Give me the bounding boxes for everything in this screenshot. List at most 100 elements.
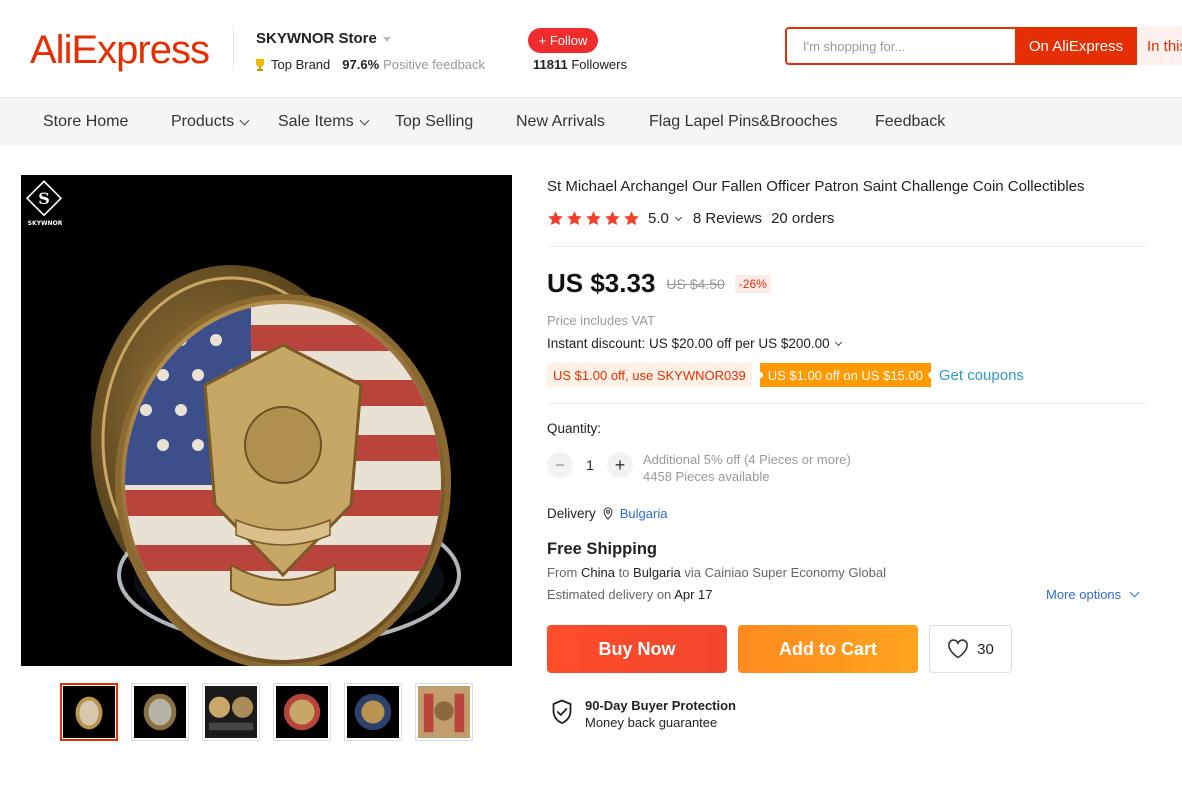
get-coupons-link[interactable]: Get coupons bbox=[939, 367, 1024, 384]
caret-down-icon[interactable] bbox=[382, 37, 391, 42]
quantity-decrease-button[interactable]: − bbox=[547, 452, 573, 478]
est-date: Apr 17 bbox=[674, 587, 713, 602]
more-options-link[interactable]: More options bbox=[1046, 587, 1140, 602]
quantity-input[interactable] bbox=[573, 452, 607, 478]
ship-to-prefix: to bbox=[618, 565, 630, 580]
store-name-label[interactable]: SKYWNOR Store bbox=[256, 30, 377, 47]
followers-label: Followers bbox=[571, 57, 627, 72]
store-nav: Store Home Products Sale Items Top Selli… bbox=[0, 97, 1182, 145]
feedback-percent: 97.6% bbox=[342, 57, 380, 72]
nav-feedback[interactable]: Feedback bbox=[875, 113, 945, 131]
nav-top-selling[interactable]: Top Selling bbox=[395, 113, 473, 131]
coin-image: S SKYWNOR bbox=[25, 180, 461, 666]
nav-products[interactable]: Products bbox=[171, 113, 250, 131]
orders-count: 20 orders bbox=[771, 210, 835, 227]
watermark-text: SKYWNOR bbox=[28, 220, 63, 227]
store-header: AliExpress SKYWNOR Store Top Brand 97.6%… bbox=[0, 0, 1182, 97]
rating-row: 5.0 8 Reviews 20 orders bbox=[547, 210, 834, 227]
delivery-country-link[interactable]: Bulgaria bbox=[620, 506, 668, 521]
estimated-delivery: Estimated delivery on Apr 17 bbox=[547, 587, 713, 602]
star-icon bbox=[624, 211, 639, 226]
shield-check-icon bbox=[552, 699, 572, 724]
more-options-label[interactable]: More options bbox=[1046, 587, 1121, 602]
price-row: US $3.33 US $4.50 -26% bbox=[547, 268, 771, 299]
ship-from-country: China bbox=[580, 565, 615, 580]
nav-label[interactable]: Feedback bbox=[875, 113, 945, 131]
product-main-image[interactable]: S SKYWNOR bbox=[21, 175, 512, 666]
nav-new-arrivals[interactable]: New Arrivals bbox=[516, 113, 605, 131]
store-name[interactable]: SKYWNOR Store bbox=[256, 30, 391, 47]
platform-coupon[interactable]: US $1.00 off on US $15.00 bbox=[759, 363, 931, 387]
nav-label[interactable]: Products bbox=[171, 113, 234, 131]
divider bbox=[547, 246, 1147, 247]
search-in-store-button[interactable]: In this store bbox=[1137, 27, 1182, 65]
quantity-info: Additional 5% off (4 Pieces or more) 445… bbox=[643, 451, 851, 485]
current-price: US $3.33 bbox=[547, 268, 656, 298]
delivery-row: Delivery Bulgaria bbox=[547, 506, 667, 521]
quantity-stepper: − + bbox=[547, 452, 633, 478]
top-brand-badge: Top Brand bbox=[271, 57, 331, 72]
bulk-discount-note: Additional 5% off (4 Pieces or more) bbox=[643, 452, 851, 467]
heart-icon[interactable] bbox=[947, 639, 969, 659]
svg-text:S: S bbox=[38, 189, 50, 208]
product-title: St Michael Archangel Our Fallen Officer … bbox=[547, 178, 1085, 195]
follow-button[interactable]: + Follow bbox=[528, 28, 598, 53]
chevron-down-icon[interactable] bbox=[1129, 587, 1140, 598]
nav-sale-items[interactable]: Sale Items bbox=[278, 113, 370, 131]
aliexpress-logo[interactable]: AliExpress bbox=[30, 28, 210, 73]
discount-badge: -26% bbox=[734, 274, 771, 293]
nav-label[interactable]: Flag Lapel Pins&Brooches bbox=[649, 113, 838, 131]
rating-value[interactable]: 5.0 bbox=[648, 210, 669, 227]
skywnor-watermark: S bbox=[25, 180, 63, 217]
buy-now-button[interactable]: Buy Now bbox=[547, 625, 727, 673]
ship-to-country: Bulgaria bbox=[633, 565, 681, 580]
chevron-down-icon[interactable] bbox=[834, 338, 842, 346]
wishlist-count[interactable]: 30 bbox=[977, 641, 994, 658]
rating-stars[interactable] bbox=[547, 210, 640, 227]
shipping-route: From China to Bulgaria via Cainiao Super… bbox=[547, 565, 886, 580]
ship-via: via Cainiao Super Economy Global bbox=[684, 565, 886, 580]
divider bbox=[547, 403, 1147, 404]
thumbnail-5[interactable] bbox=[344, 683, 402, 741]
quantity-label: Quantity: bbox=[547, 421, 602, 436]
wishlist-button[interactable]: 30 bbox=[929, 625, 1012, 673]
thumbnail-1[interactable] bbox=[60, 683, 118, 741]
protection-subtitle: Money back guarantee bbox=[585, 715, 718, 730]
search-on-aliexpress-button[interactable]: On AliExpress bbox=[1015, 27, 1137, 65]
free-shipping-title: Free Shipping bbox=[547, 540, 658, 558]
instant-discount[interactable]: Instant discount: US $20.00 off per US $… bbox=[547, 336, 842, 351]
rating-dropdown[interactable]: 5.0 bbox=[648, 210, 682, 227]
ship-from-prefix: From bbox=[547, 565, 578, 580]
nav-label[interactable]: New Arrivals bbox=[516, 113, 605, 131]
thumbnail-6[interactable] bbox=[415, 683, 473, 741]
nav-label[interactable]: Top Selling bbox=[395, 113, 473, 131]
chevron-down-icon[interactable] bbox=[674, 213, 682, 221]
coupons-row: US $1.00 off, use SKYWNOR039 US $1.00 of… bbox=[547, 363, 1024, 387]
feedback-label: Positive feedback bbox=[383, 57, 486, 72]
original-price: US $4.50 bbox=[666, 275, 725, 292]
nav-label[interactable]: Store Home bbox=[43, 113, 128, 131]
thumbnail-strip bbox=[60, 683, 473, 741]
thumbnail-3[interactable] bbox=[202, 683, 260, 741]
reviews-link[interactable]: 8 Reviews bbox=[693, 210, 762, 227]
chevron-down-icon[interactable] bbox=[239, 115, 250, 125]
protection-title: 90-Day Buyer Protection bbox=[585, 698, 736, 713]
search-box: On AliExpress In this store bbox=[785, 27, 1182, 65]
search-input[interactable] bbox=[787, 29, 1013, 63]
add-to-cart-button[interactable]: Add to Cart bbox=[738, 625, 918, 673]
delivery-label: Delivery bbox=[547, 506, 596, 521]
instant-discount-text[interactable]: Instant discount: US $20.00 off per US $… bbox=[547, 336, 830, 351]
nav-label[interactable]: Sale Items bbox=[278, 113, 354, 131]
star-icon bbox=[567, 211, 582, 226]
star-icon bbox=[605, 211, 620, 226]
vat-note: Price includes VAT bbox=[547, 313, 655, 328]
est-prefix: Estimated delivery on bbox=[547, 587, 672, 602]
thumbnail-2[interactable] bbox=[131, 683, 189, 741]
protection-text: 90-Day Buyer Protection Money back guara… bbox=[585, 697, 736, 731]
nav-store-home[interactable]: Store Home bbox=[43, 113, 128, 131]
chevron-down-icon[interactable] bbox=[359, 115, 370, 125]
nav-flag-lapel-pins[interactable]: Flag Lapel Pins&Brooches bbox=[649, 113, 838, 131]
store-coupon[interactable]: US $1.00 off, use SKYWNOR039 bbox=[547, 363, 752, 387]
quantity-increase-button[interactable]: + bbox=[607, 452, 633, 478]
thumbnail-4[interactable] bbox=[273, 683, 331, 741]
